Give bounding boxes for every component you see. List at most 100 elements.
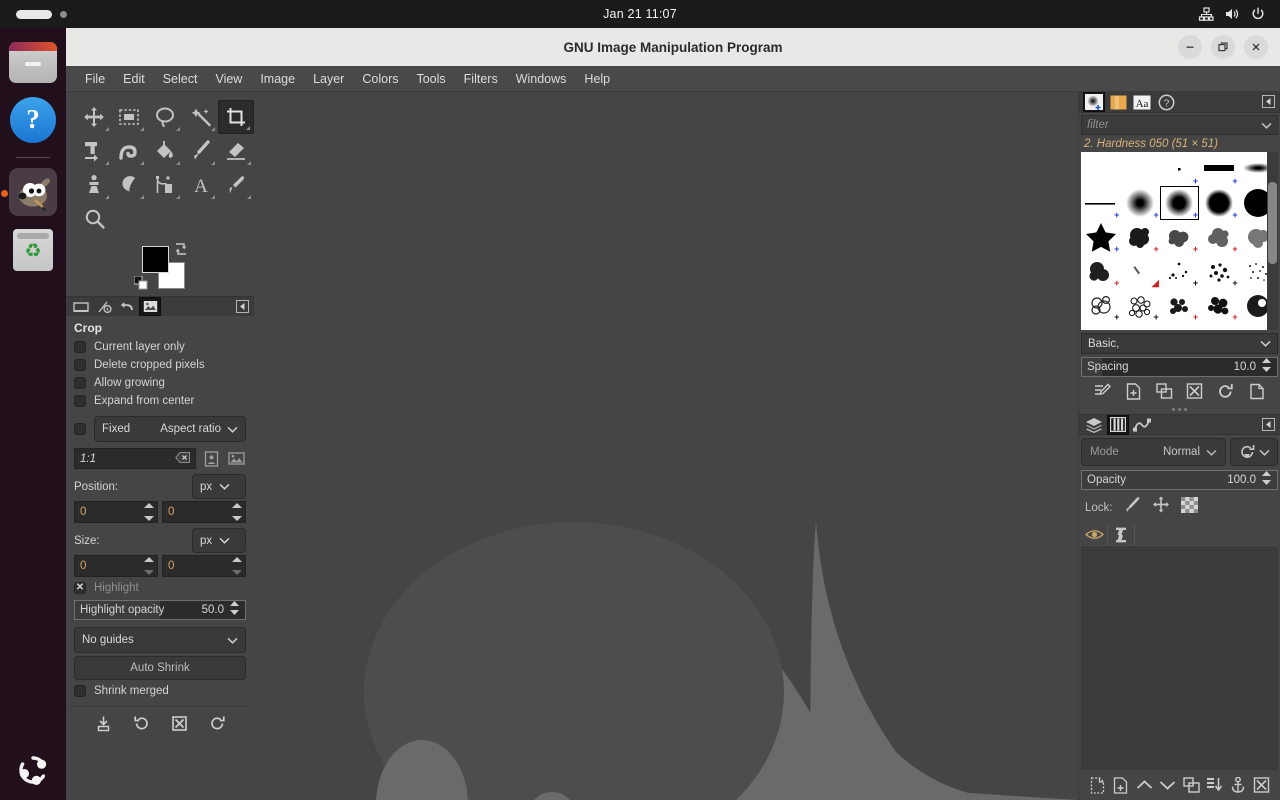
auto-shrink-button[interactable]: Auto Shrink	[74, 656, 246, 680]
stepper[interactable]	[232, 557, 243, 575]
tool-paintbrush[interactable]	[183, 134, 219, 168]
brush-cell[interactable]: +	[1081, 288, 1120, 322]
brush-cell[interactable]: +	[1199, 152, 1238, 186]
raise-layer-icon[interactable]	[1135, 776, 1153, 794]
position-x-input[interactable]: 0	[74, 501, 158, 523]
brush-cell[interactable]	[1120, 152, 1159, 186]
layer-mode-combo[interactable]: Mode Normal	[1081, 438, 1226, 466]
brush-cell[interactable]: +	[1199, 288, 1238, 322]
chevron-down-icon[interactable]	[1261, 122, 1272, 129]
tool-eraser[interactable]	[218, 134, 254, 168]
checkbox[interactable]	[74, 423, 86, 435]
reset-options-icon[interactable]	[208, 715, 226, 733]
stepper[interactable]	[144, 503, 155, 521]
option-shrink-merged[interactable]: Shrink merged	[70, 680, 250, 700]
brush-cell[interactable]: +	[1160, 254, 1199, 288]
menu-edit[interactable]: Edit	[114, 69, 154, 89]
brushes-menu-button[interactable]	[1262, 95, 1275, 113]
brush-cell[interactable]: +	[1081, 220, 1120, 254]
restore-options-icon[interactable]	[132, 715, 150, 733]
tool-transform[interactable]	[76, 134, 112, 168]
menu-windows[interactable]: Windows	[507, 69, 576, 89]
new-layer-group-icon[interactable]	[1112, 776, 1130, 794]
option-allow-growing[interactable]: Allow growing	[70, 374, 250, 392]
delete-brush-icon[interactable]	[1186, 382, 1204, 400]
tool-clone[interactable]	[76, 168, 112, 202]
tool-color-picker[interactable]	[218, 168, 254, 202]
brush-cell[interactable]	[1160, 322, 1199, 330]
brush-cell[interactable]: +	[1120, 288, 1159, 322]
tool-move[interactable]	[76, 100, 112, 134]
menu-filters[interactable]: Filters	[455, 69, 507, 89]
menu-help[interactable]: Help	[575, 69, 619, 89]
stepper[interactable]	[229, 600, 240, 621]
position-y-input[interactable]: 0	[162, 501, 246, 523]
option-highlight[interactable]: ✕ Highlight	[70, 577, 250, 597]
checkbox[interactable]	[74, 685, 86, 697]
tool-options-menu-button[interactable]	[236, 300, 249, 318]
brush-tag-combo[interactable]: Basic,	[1081, 333, 1278, 354]
lower-layer-icon[interactable]	[1159, 776, 1177, 794]
brush-cell[interactable]: +	[1199, 220, 1238, 254]
dock-item-help[interactable]: ?	[9, 96, 57, 144]
delete-options-icon[interactable]	[170, 715, 188, 733]
brush-grid[interactable]: + + + + + + + + + + + ◢ + + + + + +	[1081, 152, 1278, 330]
size-height-input[interactable]: 0	[162, 555, 246, 577]
layer-list[interactable]	[1081, 523, 1278, 770]
tool-free-select[interactable]	[147, 100, 183, 134]
brush-cell[interactable]: ◢	[1120, 254, 1159, 288]
delete-layer-icon[interactable]	[1253, 776, 1271, 794]
brush-cell[interactable]: +	[1160, 220, 1199, 254]
lock-alpha-icon[interactable]	[1180, 497, 1198, 518]
brush-cell[interactable]: +	[1081, 186, 1120, 220]
option-delete-cropped-pixels[interactable]: Delete cropped pixels	[70, 356, 250, 374]
window-titlebar[interactable]: GNU Image Manipulation Program	[66, 28, 1280, 66]
dock-item-files[interactable]	[9, 38, 57, 86]
position-unit-combo[interactable]: px	[192, 474, 246, 499]
refresh-brushes-icon[interactable]	[1217, 382, 1235, 400]
size-unit-combo[interactable]: px	[192, 528, 246, 553]
option-fixed-row[interactable]: Fixed Aspect ratio	[70, 410, 250, 445]
brush-grid-scrollbar[interactable]	[1267, 152, 1278, 330]
stepper[interactable]	[1261, 357, 1272, 378]
duplicate-brush-icon[interactable]	[1155, 382, 1173, 400]
canvas-area[interactable]	[254, 92, 1078, 800]
stepper[interactable]	[144, 557, 155, 575]
minimize-button[interactable]	[1178, 35, 1202, 59]
visibility-icon[interactable]	[1081, 523, 1108, 546]
tool-paths[interactable]	[147, 168, 183, 202]
save-options-icon[interactable]	[94, 715, 112, 733]
highlight-opacity-slider[interactable]: Highlight opacity 50.0	[74, 600, 246, 620]
tool-bucket-fill[interactable]	[147, 134, 183, 168]
swap-colors-icon[interactable]	[174, 242, 188, 256]
dock-item-trash[interactable]: ♻	[9, 226, 57, 274]
checkbox[interactable]: ✕	[74, 582, 86, 594]
brush-cell[interactable]: +	[1120, 186, 1159, 220]
brush-filter-input[interactable]: filter	[1087, 119, 1109, 131]
new-brush-icon[interactable]	[1124, 382, 1142, 400]
brush-cell[interactable]: +	[1199, 186, 1238, 220]
spacing-slider[interactable]: Spacing 10.0	[1081, 357, 1278, 377]
fixed-aspect-combo[interactable]: Fixed Aspect ratio	[94, 416, 246, 442]
tab-brushes[interactable]	[1083, 92, 1105, 112]
lock-position-icon[interactable]	[1152, 496, 1170, 519]
brush-cell[interactable]: +	[1160, 288, 1199, 322]
tool-fuzzy-select[interactable]	[183, 100, 219, 134]
tool-crop[interactable]	[218, 100, 254, 134]
foreground-color-swatch[interactable]	[142, 246, 169, 273]
tool-zoom[interactable]	[76, 202, 113, 236]
tool-text[interactable]: A	[183, 168, 219, 202]
tab-patterns[interactable]	[1107, 92, 1129, 112]
scrollbar-thumb[interactable]	[1268, 182, 1277, 264]
link-icon[interactable]	[1108, 523, 1135, 546]
tab-device-status[interactable]	[93, 297, 115, 316]
layer-blend-space-combo[interactable]	[1230, 438, 1278, 466]
tool-warp[interactable]	[112, 134, 148, 168]
anchor-layer-icon[interactable]	[1229, 776, 1247, 794]
guides-combo[interactable]: No guides	[74, 627, 246, 653]
dock-item-gimp[interactable]	[1, 168, 57, 216]
clear-icon[interactable]	[175, 451, 190, 466]
menu-image[interactable]: Image	[251, 69, 304, 89]
close-button[interactable]	[1244, 35, 1268, 59]
open-brush-icon[interactable]	[1248, 382, 1266, 400]
